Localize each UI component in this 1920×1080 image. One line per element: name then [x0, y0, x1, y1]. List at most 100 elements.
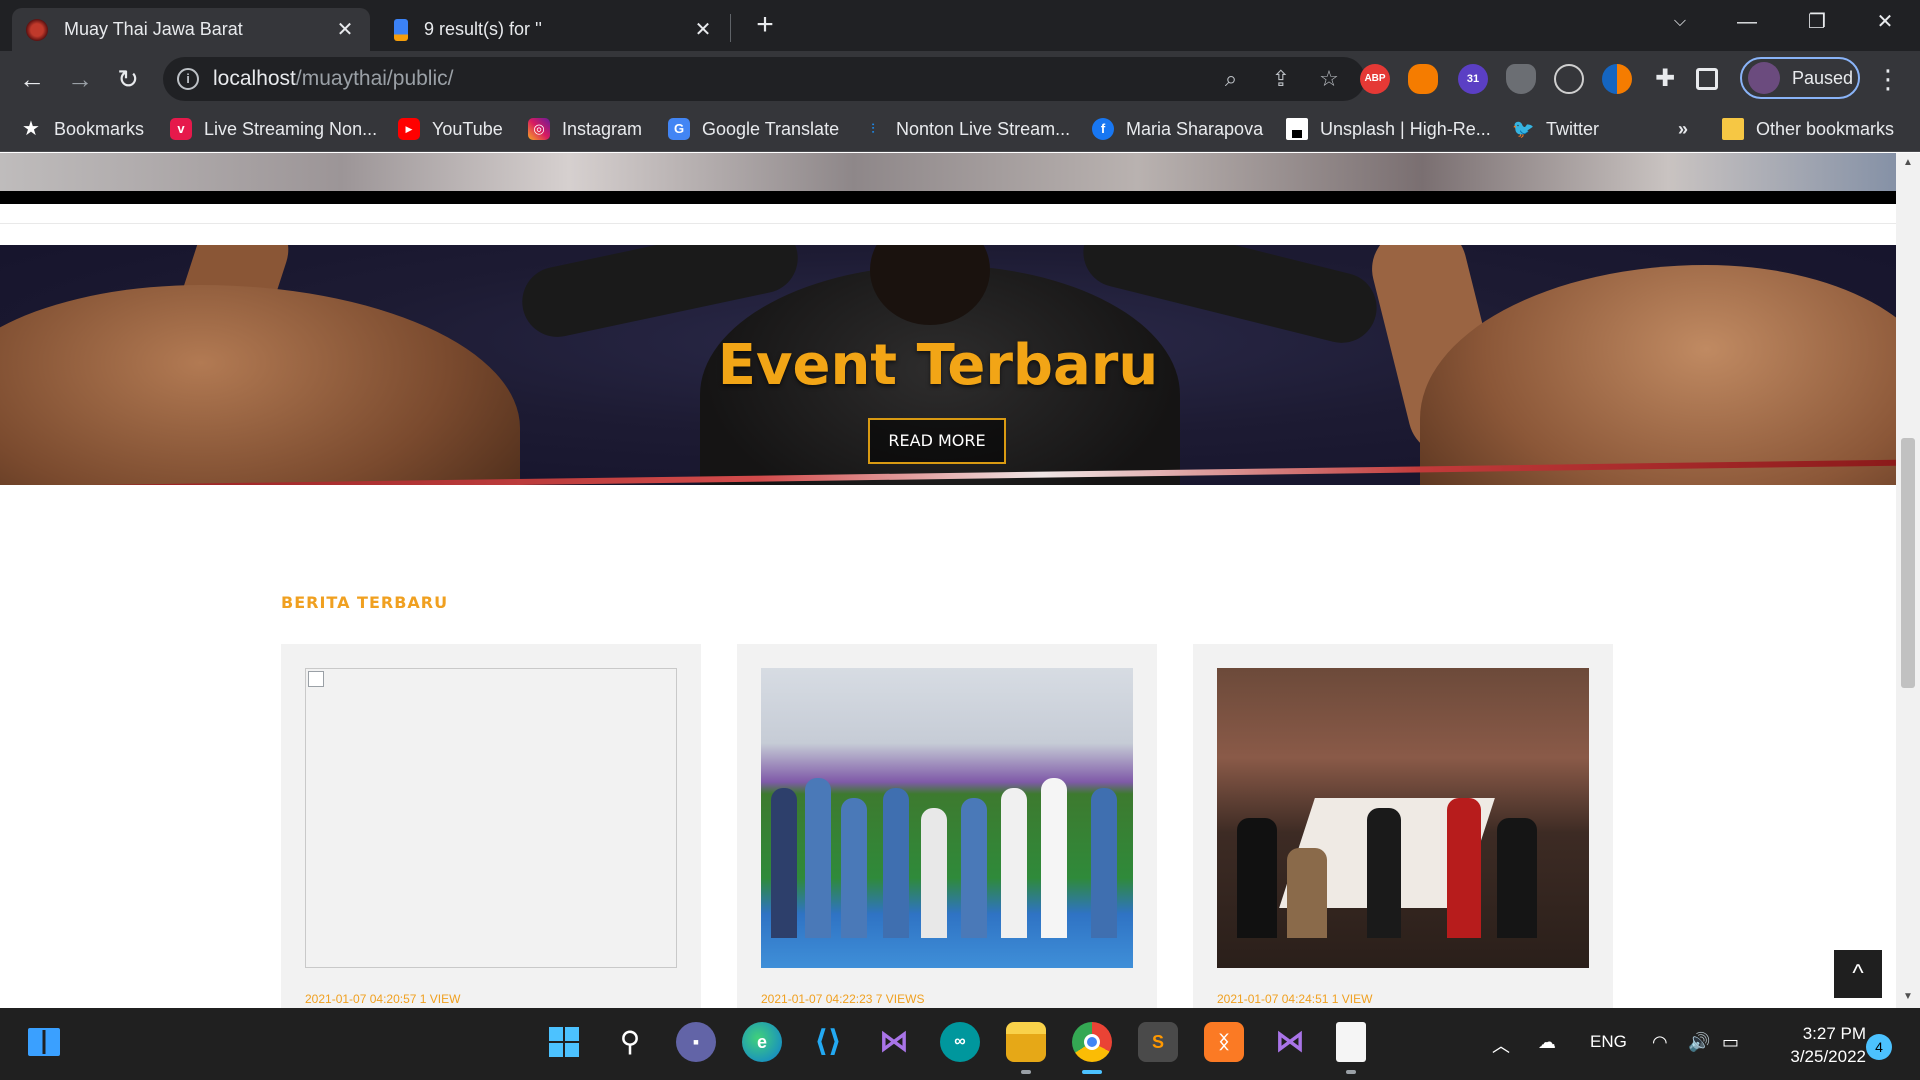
- web-page: Event Terbaru READ MORE BERITA TERBARU 2…: [0, 153, 1896, 1008]
- tab-search-chevron-icon[interactable]: ⌵: [1645, 0, 1715, 44]
- windows-start-icon[interactable]: [24, 1022, 64, 1062]
- visual-studio-icon[interactable]: ⋈: [1270, 1022, 1310, 1062]
- page-scrollbar[interactable]: ▲ ▼: [1896, 153, 1920, 1008]
- address-bar[interactable]: i localhost/muaythai/public/ ⌕ ⇪ ☆: [163, 57, 1365, 101]
- url-text[interactable]: localhost/muaythai/public/: [213, 67, 453, 91]
- volume-icon[interactable]: 🔊: [1688, 1032, 1710, 1053]
- tab-strip: Muay Thai Jawa Barat ✕ 9 result(s) for '…: [0, 0, 1920, 51]
- search-icon[interactable]: ⚲: [610, 1022, 650, 1062]
- section-divider: [0, 191, 1896, 204]
- arduino-icon[interactable]: ∞: [940, 1022, 980, 1062]
- tab-separator: [730, 14, 731, 42]
- section-heading: BERITA TERBARU: [281, 593, 449, 612]
- back-button[interactable]: ←: [14, 61, 50, 97]
- clock-time: 3:27 PM: [1802, 1024, 1866, 1043]
- news-meta: 2021-01-07 04:22:23 7 VIEWS: [761, 992, 925, 1006]
- share-icon[interactable]: ⇪: [1267, 65, 1295, 93]
- folder-icon: [1722, 118, 1744, 140]
- onedrive-icon[interactable]: ☁: [1538, 1032, 1556, 1053]
- clock[interactable]: 3:27 PM 3/25/2022: [1766, 1022, 1866, 1068]
- news-card[interactable]: 2021-01-07 04:24:51 1 VIEW: [1193, 644, 1613, 1008]
- news-card[interactable]: 2021-01-07 04:20:57 1 VIEW: [281, 644, 701, 1008]
- read-more-button[interactable]: READ MORE: [868, 418, 1006, 464]
- stream-icon: ⫶: [871, 121, 875, 136]
- wifi-icon[interactable]: ◠: [1652, 1032, 1668, 1053]
- scroll-to-top-button[interactable]: ^: [1834, 950, 1882, 998]
- bookmark-twitter[interactable]: 🐦 Twitter: [1512, 114, 1599, 144]
- close-tab-icon[interactable]: ✕: [692, 17, 714, 42]
- bookmarks-bar: ★ Bookmarks v Live Streaming Non... ▶ Yo…: [0, 106, 1920, 152]
- shield-extension-icon[interactable]: [1506, 64, 1536, 94]
- sublime-text-icon[interactable]: S: [1138, 1022, 1178, 1062]
- divider-line: [0, 223, 1896, 224]
- bookmark-maria-sharapova[interactable]: f Maria Sharapova: [1092, 114, 1263, 144]
- photo-people: [761, 758, 1133, 938]
- xampp-icon[interactable]: ᛝ: [1204, 1022, 1244, 1062]
- zoom-icon[interactable]: ⌕: [1217, 65, 1245, 93]
- download-favicon-icon: [394, 18, 408, 41]
- side-panel-icon[interactable]: [1696, 68, 1718, 90]
- forward-button[interactable]: →: [62, 61, 98, 97]
- chrome-icon[interactable]: [1072, 1022, 1112, 1062]
- reload-button[interactable]: ↻: [110, 61, 146, 97]
- bookmark-instagram[interactable]: ◎ Instagram: [528, 114, 642, 144]
- extension-orange-icon[interactable]: [1408, 64, 1438, 94]
- tab-muay-thai[interactable]: Muay Thai Jawa Barat ✕: [12, 8, 370, 51]
- photo-people: [1217, 758, 1589, 938]
- news-image[interactable]: [761, 668, 1133, 968]
- bookmarks-overflow-button[interactable]: »: [1678, 114, 1688, 144]
- running-indicator: [1021, 1070, 1031, 1074]
- news-card[interactable]: 2021-01-07 04:22:23 7 VIEWS: [737, 644, 1157, 1008]
- adblock-plus-icon[interactable]: ABP: [1360, 64, 1390, 94]
- news-image-broken[interactable]: [305, 668, 677, 968]
- bookmark-nonton-live[interactable]: ⫶ Nonton Live Stream...: [862, 114, 1070, 144]
- close-window-button[interactable]: ✕: [1850, 0, 1920, 44]
- tray-overflow-chevron-icon[interactable]: ︿: [1492, 1032, 1510, 1058]
- news-image[interactable]: [1217, 668, 1589, 968]
- bookmark-unsplash[interactable]: Unsplash | High-Re...: [1286, 114, 1491, 144]
- event-banner: Event Terbaru READ MORE: [0, 245, 1896, 485]
- bookmark-star-icon[interactable]: ☆: [1315, 65, 1343, 93]
- extensions-puzzle-icon[interactable]: ✚: [1650, 64, 1680, 94]
- restore-button[interactable]: ❐: [1782, 0, 1852, 44]
- teams-chat-icon[interactable]: ▪: [676, 1022, 716, 1062]
- tab-title: 9 result(s) for '': [424, 19, 542, 39]
- bookmark-bookmarks[interactable]: ★ Bookmarks: [20, 114, 144, 144]
- bookmark-google-translate[interactable]: G Google Translate: [668, 114, 839, 144]
- language-indicator[interactable]: ENG: [1590, 1032, 1627, 1052]
- new-tab-button[interactable]: +: [748, 8, 782, 42]
- visual-studio-icon[interactable]: ⋈: [874, 1022, 914, 1062]
- notepad-icon[interactable]: [1336, 1022, 1366, 1062]
- scroll-thumb[interactable]: [1901, 438, 1915, 688]
- profile-button[interactable]: Paused: [1740, 57, 1860, 99]
- edge-icon[interactable]: e: [742, 1022, 782, 1062]
- site-favicon-icon: [26, 18, 48, 41]
- scroll-up-arrow-icon[interactable]: ▲: [1896, 157, 1920, 168]
- menu-kebab-icon[interactable]: ⋮: [1870, 61, 1906, 97]
- close-tab-icon[interactable]: ✕: [334, 17, 356, 42]
- banner-title: Event Terbaru: [717, 333, 1159, 398]
- ghost-extension-icon[interactable]: [1554, 64, 1584, 94]
- news-meta: 2021-01-07 04:20:57 1 VIEW: [305, 992, 461, 1006]
- extension-swirl-icon[interactable]: [1602, 64, 1632, 94]
- bookmark-youtube[interactable]: ▶ YouTube: [398, 114, 503, 144]
- bookmark-live-streaming[interactable]: v Live Streaming Non...: [170, 114, 377, 144]
- site-info-icon[interactable]: i: [177, 68, 199, 90]
- windows-logo-icon[interactable]: [544, 1022, 584, 1062]
- other-bookmarks[interactable]: Other bookmarks: [1722, 114, 1894, 144]
- vscode-icon[interactable]: ⟨⟩: [808, 1022, 848, 1062]
- previous-section-image: [0, 153, 1896, 191]
- youtube-icon: ▶: [398, 118, 420, 140]
- battery-icon[interactable]: ▭: [1722, 1032, 1739, 1053]
- browser-toolbar: ← → ↻ i localhost/muaythai/public/ ⌕ ⇪ ☆…: [0, 51, 1920, 106]
- clock-date: 3/25/2022: [1790, 1047, 1866, 1066]
- notification-badge[interactable]: 4: [1866, 1034, 1892, 1060]
- file-explorer-icon[interactable]: [1006, 1022, 1046, 1062]
- scroll-down-arrow-icon[interactable]: ▼: [1896, 991, 1920, 1002]
- profile-status: Paused: [1792, 67, 1854, 88]
- vidio-icon: v: [170, 118, 192, 140]
- tab-search-results[interactable]: 9 result(s) for '' ✕: [376, 8, 728, 51]
- extension-badge-icon[interactable]: 31: [1458, 64, 1488, 94]
- minimize-button[interactable]: —: [1712, 0, 1782, 44]
- news-meta: 2021-01-07 04:24:51 1 VIEW: [1217, 992, 1373, 1006]
